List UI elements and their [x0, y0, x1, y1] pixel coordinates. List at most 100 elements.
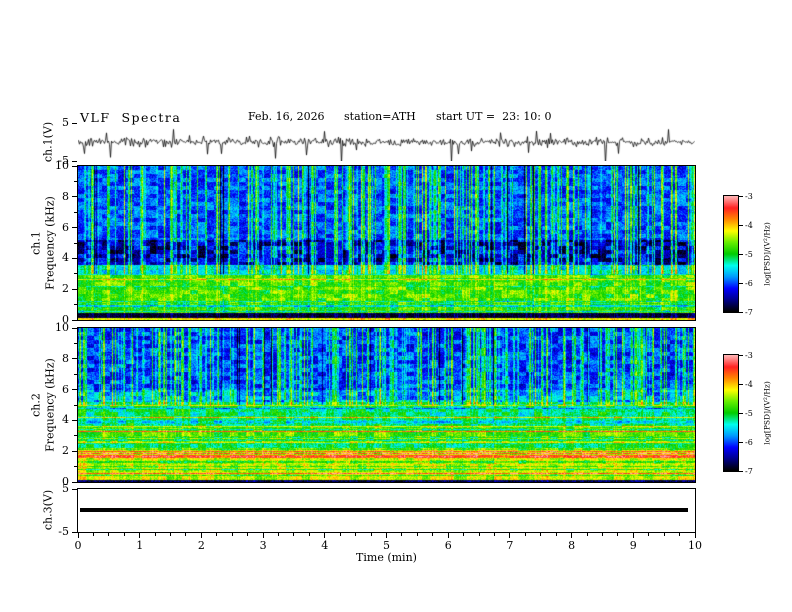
x-tick: [571, 533, 573, 538]
x-tick-label: 2: [197, 539, 205, 552]
x-tick: [386, 533, 387, 538]
x-minor-tick: [617, 533, 619, 536]
ch3-wave-y-tick: [72, 531, 77, 533]
x-minor-tick: [370, 533, 372, 536]
ch2-spec-y-tick: [72, 327, 77, 329]
x-minor-tick: [663, 533, 665, 536]
colorbar-tick: [739, 441, 743, 443]
ch1-spec-y-tick: [72, 288, 77, 290]
spec-y-minor-tick: [74, 373, 77, 375]
x-tick: [509, 533, 511, 538]
spec-y-minor-tick: [74, 404, 77, 406]
colorbar-tick-label: -7: [745, 466, 753, 476]
ch2-spec-y-tick-label: 4: [62, 413, 69, 427]
ch2-channel-label: ch.2: [29, 393, 43, 417]
figure-station: station=ATH: [344, 110, 416, 123]
x-minor-tick: [339, 533, 341, 536]
ch1-wave-y-tick: [72, 160, 77, 162]
x-tick-label: 3: [259, 539, 267, 552]
x-tick: [694, 533, 696, 538]
x-minor-tick: [247, 533, 249, 536]
x-tick: [200, 533, 202, 538]
ch1-wave-y-tick-label: 5: [62, 116, 69, 129]
x-tick: [262, 533, 264, 538]
x-minor-tick: [308, 533, 310, 536]
colorbar-tick: [739, 311, 743, 313]
x-minor-tick: [679, 533, 681, 536]
x-tick-label: 7: [506, 539, 514, 552]
spec-y-minor-tick: [74, 304, 77, 306]
colorbar-tick-label: -5: [745, 408, 753, 418]
colorbar-tick-label: -6: [745, 278, 753, 288]
x-minor-tick: [170, 533, 172, 536]
colorbar-tick-label: -3: [745, 191, 753, 201]
colorbar-tick: [739, 470, 743, 472]
x-minor-tick: [524, 533, 526, 536]
ch2-spec-y-tick: [72, 450, 77, 452]
ch1-spec-y-tick: [72, 319, 77, 321]
vlf-spectra-figure: VLF Spectra Feb. 16, 2026 station=ATH st…: [0, 0, 792, 612]
ch1-spec-y-tick-label: 8: [62, 189, 69, 203]
spec-y-minor-tick: [74, 242, 77, 244]
x-tick: [324, 533, 326, 538]
x-minor-tick: [432, 533, 434, 536]
ch1-frequency-axis-label: Frequency (kHz): [44, 196, 57, 290]
ch2-spec-y-tick-label: 8: [62, 351, 69, 365]
ch2-spec-y-tick-label: 10: [55, 321, 69, 334]
x-minor-tick: [278, 533, 280, 536]
x-minor-tick: [416, 533, 418, 536]
ch1-spec-y-tick: [72, 257, 77, 259]
colorbar-tick: [739, 253, 743, 255]
ch1-spec-y-tick-label: 10: [55, 159, 69, 172]
x-tick-label: 0: [74, 539, 82, 552]
x-minor-tick: [293, 533, 295, 536]
x-minor-tick: [92, 533, 94, 536]
x-minor-tick: [478, 533, 480, 536]
ch1-spec-y-tick-label: 6: [62, 220, 69, 234]
ch2-spec-y-tick: [72, 419, 77, 421]
x-minor-tick: [154, 533, 156, 536]
x-minor-tick: [463, 533, 465, 536]
colorbar-tick: [739, 383, 743, 385]
x-minor-tick: [401, 533, 403, 536]
x-tick-label: 9: [629, 539, 637, 552]
ch1-spec-y-tick-label: 4: [62, 251, 69, 265]
ch1-spec-y-tick: [72, 196, 77, 198]
spec-y-minor-tick: [74, 342, 77, 344]
ch3-wave-y-tick: [72, 488, 77, 490]
figure-date: Feb. 16, 2026: [248, 110, 325, 123]
x-tick-label: 5: [383, 539, 390, 552]
spec-y-minor-tick: [74, 273, 77, 275]
ch2-frequency-axis-label: Frequency (kHz): [44, 358, 57, 452]
ch1-channel-label: ch.1: [29, 231, 43, 255]
ch2-spectrogram-heatmap: [78, 328, 695, 482]
x-minor-tick: [185, 533, 187, 536]
x-tick-label: 1: [136, 539, 144, 552]
ch1-spec-y-tick: [72, 165, 77, 167]
x-minor-tick: [540, 533, 542, 536]
spec-y-minor-tick: [74, 180, 77, 182]
x-minor-tick: [648, 533, 650, 536]
ch3-wave-y-tick-label: -5: [58, 525, 69, 538]
x-tick-label: 8: [568, 539, 576, 552]
ch2-spec-y-tick: [72, 389, 77, 391]
ch1-spectrogram-heatmap: [78, 166, 695, 320]
colorbar-tick-label: -5: [745, 249, 753, 259]
x-tick: [447, 533, 449, 538]
x-minor-tick: [601, 533, 603, 536]
figure-start-ut: start UT = 23: 10: 0: [436, 110, 552, 123]
colorbar-tick: [739, 282, 743, 284]
spec-y-minor-tick: [74, 211, 77, 213]
colorbar-tick-label: -7: [745, 307, 753, 317]
colorbar-tick: [739, 195, 743, 197]
x-minor-tick: [355, 533, 357, 536]
x-minor-tick: [231, 533, 233, 536]
x-minor-tick: [493, 533, 495, 536]
x-tick-label: 4: [321, 539, 329, 552]
x-minor-tick: [108, 533, 110, 536]
ch3-wave-y-tick-label: 5: [62, 482, 69, 495]
x-minor-tick: [123, 533, 125, 536]
colorbar-tick: [739, 224, 743, 226]
x-axis-label: Time (min): [356, 551, 417, 564]
x-minor-tick: [216, 533, 218, 536]
